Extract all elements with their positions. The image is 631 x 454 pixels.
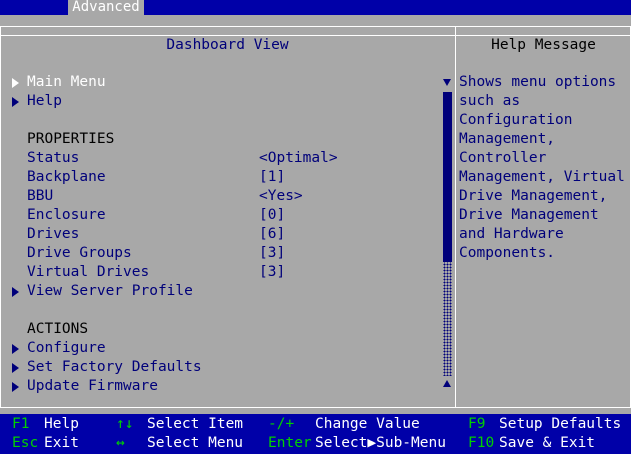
setup-defaults-desc: Setup Defaults [499,416,622,432]
property-value-virtual-drives[interactable]: [3] [259,263,285,282]
property-label-enclosure[interactable]: Enclosure [27,206,106,225]
help-line: Shows menu options [459,74,617,90]
help-line: and Hardware [459,226,564,242]
scroll-up-arrow-icon[interactable] [443,380,451,387]
f10-key-label: F10 [468,435,495,451]
help-title: Help Message [491,37,596,53]
submenu-arrow-icon [12,363,19,373]
menu-item-help[interactable]: Help [27,92,62,111]
property-value-bbu[interactable]: <Yes> [259,187,303,206]
property-label-backplane[interactable]: Backplane [27,168,106,187]
tab-advanced[interactable]: Advanced [68,0,144,15]
submenu-arrow-icon [12,344,19,354]
help-line: Configuration [459,112,573,128]
help-line: Components. [459,245,556,261]
help-message-text: Shows menu options such as Configuration… [459,73,625,263]
up-down-arrows-icon: ↑↓ [116,416,134,432]
left-right-arrows-icon: ↔ [116,435,125,451]
menu-item-configure[interactable]: Configure [27,339,106,358]
top-menu-bar: Advanced [0,0,631,15]
help-line: Drive Management [459,207,599,223]
help-line: Drive Management, [459,188,608,204]
property-value-enclosure[interactable]: [0] [259,206,285,225]
actions-header: ACTIONS [27,321,89,337]
help-line: Management, Virtual [459,169,625,185]
property-value-drive-groups[interactable]: [3] [259,244,285,263]
properties-header: PROPERTIES [27,131,115,147]
save-exit-desc: Save & Exit [499,435,596,451]
minus-plus-key-label: -/+ [268,416,295,432]
select-item-desc: Select Item [147,416,244,432]
esc-key-label: Esc [12,435,39,451]
submenu-arrow-icon [12,382,19,392]
property-label-bbu[interactable]: BBU [27,187,53,206]
f9-key-label: F9 [468,416,486,432]
select-menu-desc: Select Menu [147,435,244,451]
key-legend-bar: F1 Help Esc Exit ↑↓ Select Item ↔ Select… [0,414,631,454]
enter-key-label: Enter [268,435,312,451]
menu-item-update-firmware[interactable]: Update Firmware [27,377,158,396]
f1-key-label: F1 [12,416,30,432]
change-value-desc: Change Value [315,416,420,432]
help-line: such as [459,93,521,109]
property-value-status[interactable]: <Optimal> [259,149,338,168]
property-label-drive-groups[interactable]: Drive Groups [27,244,132,263]
property-value-drives[interactable]: [6] [259,225,285,244]
scroll-down-arrow-icon[interactable] [443,79,451,86]
submenu-arrow-icon [12,287,19,297]
submenu-arrow-icon [12,97,19,107]
property-label-drives[interactable]: Drives [27,225,79,244]
help-line: Management, [459,131,556,147]
submenu-arrow-icon [12,78,19,88]
property-label-virtual-drives[interactable]: Virtual Drives [27,263,149,282]
property-value-backplane[interactable]: [1] [259,168,285,187]
menu-item-view-server-profile[interactable]: View Server Profile [27,282,193,301]
f1-key-desc: Help [44,416,79,432]
property-label-status[interactable]: Status [27,149,79,168]
help-line: Controller [459,150,547,166]
menu-item-set-factory-defaults[interactable]: Set Factory Defaults [27,358,202,377]
select-sub-menu-desc: Select▶Sub-Menu [315,435,446,451]
menu-item-main-menu[interactable]: Main Menu [27,73,106,92]
esc-key-desc: Exit [44,435,79,451]
scrollbar-thumb[interactable] [443,92,452,262]
dashboard-title: Dashboard View [166,37,289,53]
panel-divider [455,26,456,408]
